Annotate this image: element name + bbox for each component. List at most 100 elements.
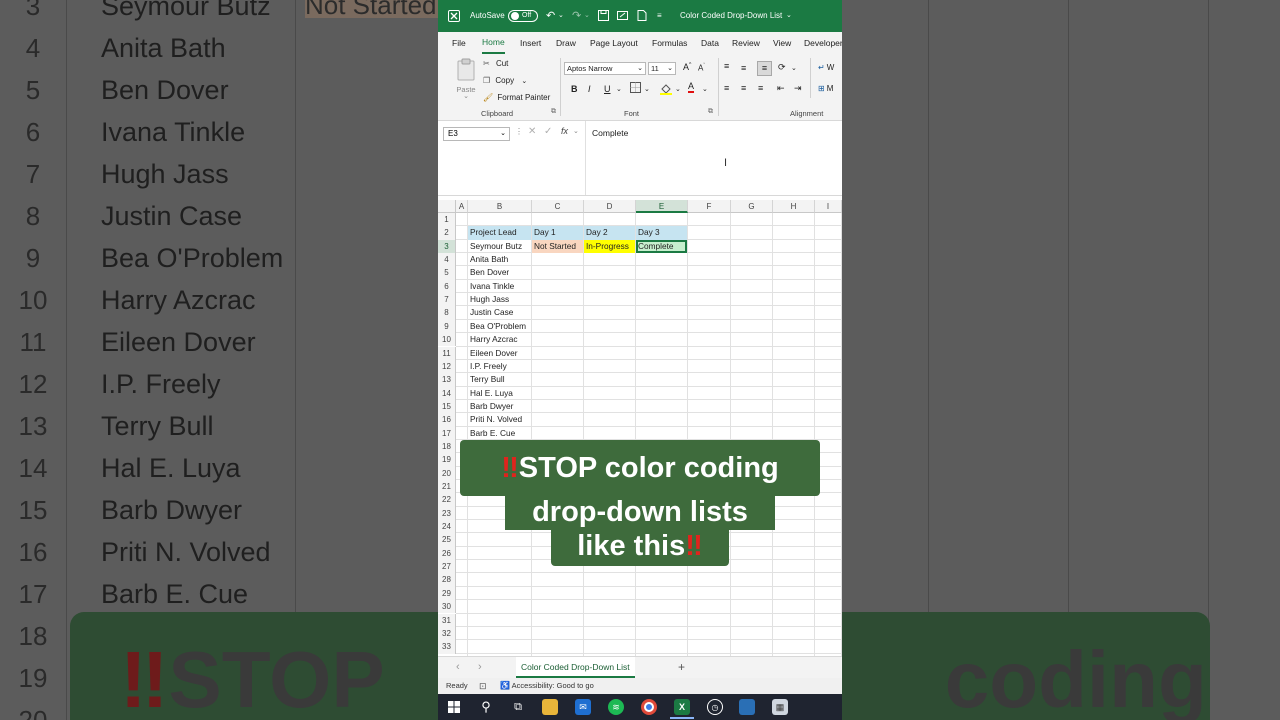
row-header[interactable]: 8: [438, 306, 456, 320]
column-header-h[interactable]: H: [773, 200, 815, 213]
orientation-icon[interactable]: ⟳: [778, 62, 786, 73]
row-header[interactable]: 10: [438, 333, 456, 347]
scroll-tabs-right-icon[interactable]: ›: [478, 657, 482, 677]
row-header[interactable]: 27: [438, 560, 456, 574]
column-header-c[interactable]: C: [532, 200, 584, 213]
row-header[interactable]: 21: [438, 480, 456, 494]
fill-color-icon[interactable]: [660, 83, 672, 97]
row-header[interactable]: 13: [438, 373, 456, 387]
bold-button[interactable]: B: [571, 84, 578, 94]
cut-button[interactable]: ✂ Cut: [483, 58, 508, 70]
row-header[interactable]: 26: [438, 546, 456, 561]
worksheet-grid[interactable]: ABCDEFGHI 1 2 3 4 5 6 7 8 9 10 11 12 13 14 15 16 17 18 19 2…: [438, 200, 842, 656]
row-header[interactable]: 19: [438, 453, 456, 467]
spotify-icon[interactable]: ≋: [608, 699, 624, 715]
row-header[interactable]: 14: [438, 386, 456, 400]
row-header[interactable]: 4: [438, 253, 456, 267]
orientation-dropdown-icon[interactable]: ⌄: [791, 64, 797, 72]
tab-insert[interactable]: Insert: [520, 32, 541, 54]
borders-dropdown-icon[interactable]: ⌄: [644, 85, 650, 93]
row-header[interactable]: 16: [438, 413, 456, 427]
row-header[interactable]: 25: [438, 533, 456, 547]
app-icon[interactable]: [739, 699, 755, 715]
formula-input[interactable]: Complete: [585, 121, 842, 195]
name-cell[interactable]: Ivana Tinkle: [468, 280, 531, 293]
name-cell[interactable]: Justin Case: [468, 306, 531, 319]
decrease-indent-icon[interactable]: ⇤: [777, 83, 785, 94]
redo-dropdown-icon[interactable]: ⌄: [584, 0, 590, 32]
column-header-a[interactable]: A: [456, 200, 468, 213]
row-header[interactable]: 6: [438, 279, 456, 294]
underline-dropdown-icon[interactable]: ⌄: [616, 85, 622, 93]
row-header[interactable]: 1: [438, 213, 456, 227]
tab-review[interactable]: Review: [732, 32, 760, 54]
row-header[interactable]: 5: [438, 266, 456, 280]
chrome-icon[interactable]: [641, 699, 657, 715]
font-color-dropdown-icon[interactable]: ⌄: [702, 85, 708, 93]
copy-dropdown-icon[interactable]: ⌄: [521, 78, 527, 85]
insert-function-icon[interactable]: fx: [561, 126, 568, 136]
column-header-f[interactable]: F: [688, 200, 731, 213]
header-cell[interactable]: Day 2: [584, 226, 635, 240]
add-sheet-button[interactable]: +: [678, 657, 685, 677]
autosave-toggle[interactable]: Off: [508, 10, 538, 22]
enter-check-icon[interactable]: ✓: [544, 126, 552, 137]
row-header[interactable]: 29: [438, 586, 456, 601]
decrease-font-icon[interactable]: Aˇ: [698, 63, 705, 73]
calculator-icon[interactable]: ▦: [772, 699, 788, 715]
name-cell[interactable]: Hal E. Luya: [468, 387, 531, 400]
undo-dropdown-icon[interactable]: ⌄: [558, 0, 564, 32]
row-header[interactable]: 22: [438, 493, 456, 507]
redo-icon[interactable]: ↷: [572, 0, 581, 32]
borders-icon[interactable]: [630, 82, 641, 95]
name-cell[interactable]: Priti N. Volved: [468, 413, 531, 426]
align-center-icon[interactable]: ≡: [741, 83, 746, 93]
row-header[interactable]: 23: [438, 506, 456, 521]
name-cell[interactable]: Seymour Butz: [468, 240, 531, 253]
align-middle-icon[interactable]: ≡: [741, 63, 746, 73]
fill-color-dropdown-icon[interactable]: ⌄: [675, 85, 681, 93]
accessibility-status[interactable]: ♿ Accessibility: Good to go: [500, 678, 594, 694]
row-header[interactable]: 30: [438, 600, 456, 614]
increase-indent-icon[interactable]: ⇥: [794, 83, 802, 94]
name-cell[interactable]: Anita Bath: [468, 253, 531, 266]
form-icon[interactable]: [617, 0, 628, 32]
mail-icon[interactable]: ✉: [575, 699, 591, 715]
name-box[interactable]: E3 ⌄: [443, 127, 510, 141]
align-top-icon[interactable]: ≡: [724, 61, 729, 71]
tab-page-layout[interactable]: Page Layout: [590, 32, 638, 54]
name-cell[interactable]: I.P. Freely: [468, 360, 531, 373]
row-header[interactable]: 18: [438, 439, 456, 454]
row-header[interactable]: 2: [438, 226, 456, 240]
fx-dropdown-icon[interactable]: ⌄: [573, 127, 579, 135]
copy-button[interactable]: ❐ Copy ⌄: [483, 75, 527, 87]
wrap-text-button[interactable]: ↵ W: [818, 63, 834, 72]
row-header[interactable]: 28: [438, 573, 456, 587]
row-header[interactable]: 3: [438, 239, 456, 254]
paste-button[interactable]: Paste ⌄: [453, 58, 479, 100]
name-cell[interactable]: Terry Bull: [468, 373, 531, 386]
select-all-corner[interactable]: [438, 200, 456, 213]
header-cell[interactable]: Project Lead: [468, 226, 531, 240]
tab-data[interactable]: Data: [701, 32, 719, 54]
undo-icon[interactable]: ↶: [546, 0, 555, 32]
tab-formulas[interactable]: Formulas: [652, 32, 687, 54]
name-cell[interactable]: Bea O'Problem: [468, 320, 531, 333]
align-left-icon[interactable]: ≡: [724, 83, 729, 93]
excel-taskbar-icon[interactable]: X: [674, 699, 690, 715]
new-file-icon[interactable]: [637, 0, 647, 32]
row-header[interactable]: 11: [438, 346, 456, 360]
task-view-icon[interactable]: ⧉: [510, 699, 526, 715]
status-dropdown-cell[interactable]: In-Progress: [584, 239, 635, 254]
column-header-i[interactable]: I: [815, 200, 842, 213]
header-cell[interactable]: Day 1: [532, 226, 583, 240]
align-bottom-icon[interactable]: ≡: [757, 61, 772, 76]
row-header[interactable]: 7: [438, 293, 456, 307]
row-header[interactable]: 17: [438, 426, 456, 440]
tab-draw[interactable]: Draw: [556, 32, 576, 54]
clipboard-launcher-icon[interactable]: ⧉: [551, 108, 556, 116]
tab-home[interactable]: Home: [482, 32, 505, 54]
column-header-g[interactable]: G: [731, 200, 773, 213]
status-dropdown-cell[interactable]: Complete: [636, 239, 687, 254]
underline-button[interactable]: U: [604, 84, 611, 94]
